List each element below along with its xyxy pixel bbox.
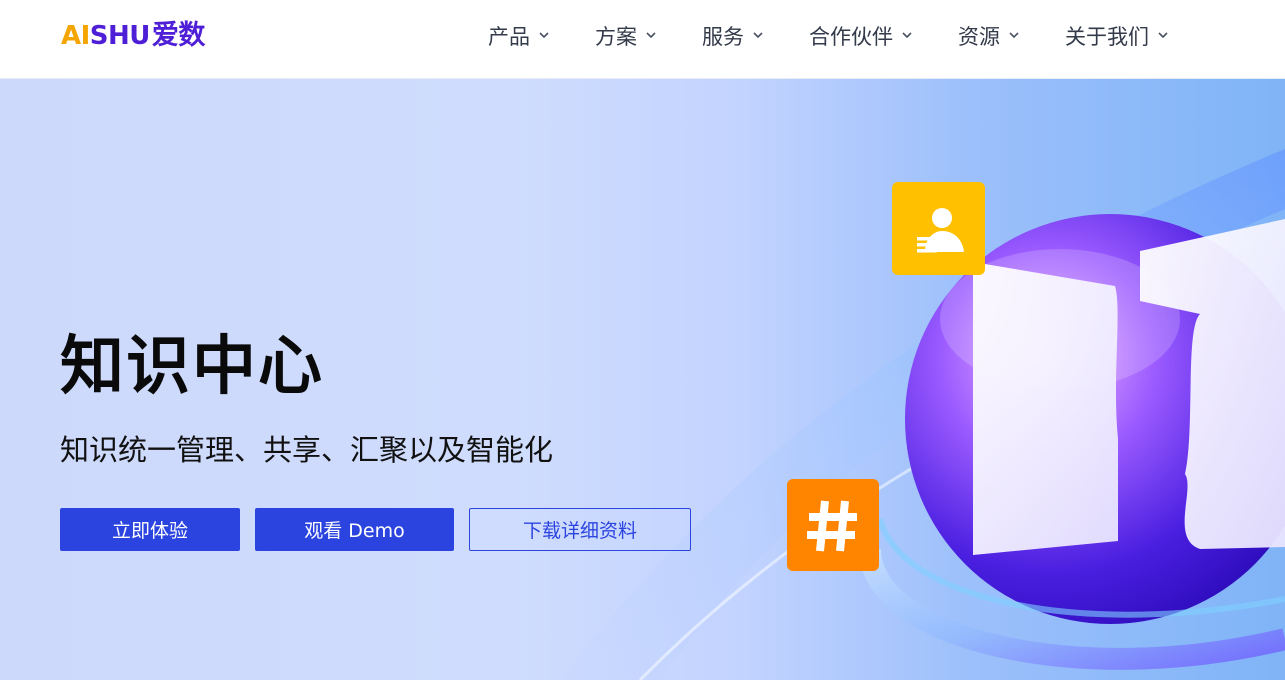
nav-item-resources[interactable]: 资源 [958, 21, 1020, 51]
chevron-down-icon [1008, 29, 1020, 41]
download-materials-button[interactable]: 下载详细资料 [469, 508, 691, 551]
nav-item-label: 资源 [958, 25, 1000, 49]
nav-item-solutions[interactable]: 方案 [595, 21, 657, 51]
chevron-down-icon [901, 29, 913, 41]
hashtag-icon [787, 479, 879, 571]
chevron-down-icon [538, 29, 550, 41]
try-now-button[interactable]: 立即体验 [60, 508, 240, 551]
nav-item-partners[interactable]: 合作伙伴 [809, 21, 913, 51]
watch-demo-button[interactable]: 观看 Demo [255, 508, 454, 551]
nav-item-services[interactable]: 服务 [702, 21, 764, 51]
nav-item-label: 方案 [595, 25, 637, 49]
nav-item-label: 合作伙伴 [809, 25, 893, 49]
chevron-down-icon [1157, 29, 1169, 41]
nav-item-label: 服务 [702, 25, 744, 49]
hero-subtitle: 知识统一管理、共享、汇聚以及智能化 [60, 433, 554, 467]
user-card-icon [892, 182, 985, 275]
nav-item-label: 产品 [488, 25, 530, 49]
page: AI SHU 爱数 产品 方案 服务 合作伙伴 资源 关于我们 知识中心 知识统… [0, 0, 1285, 680]
nav-item-label: 关于我们 [1065, 25, 1149, 49]
nav-item-about[interactable]: 关于我们 [1065, 21, 1169, 51]
main-nav: 产品 方案 服务 合作伙伴 资源 关于我们 [488, 0, 1169, 72]
hero-banner: 知识中心 知识统一管理、共享、汇聚以及智能化 立即体验 观看 Demo 下载详细… [0, 79, 1285, 680]
hero-title: 知识中心 [60, 330, 324, 404]
nav-item-products[interactable]: 产品 [488, 21, 550, 51]
logo-text-cn: 爱数 [151, 20, 206, 51]
top-nav-bar: AI SHU 爱数 产品 方案 服务 合作伙伴 资源 关于我们 [0, 0, 1285, 79]
aishu-logo[interactable]: AI SHU 爱数 [61, 20, 205, 52]
logo-text-ai: AI [61, 21, 90, 51]
chevron-down-icon [645, 29, 657, 41]
logo-text-shu: SHU [89, 21, 151, 51]
chevron-down-icon [752, 29, 764, 41]
